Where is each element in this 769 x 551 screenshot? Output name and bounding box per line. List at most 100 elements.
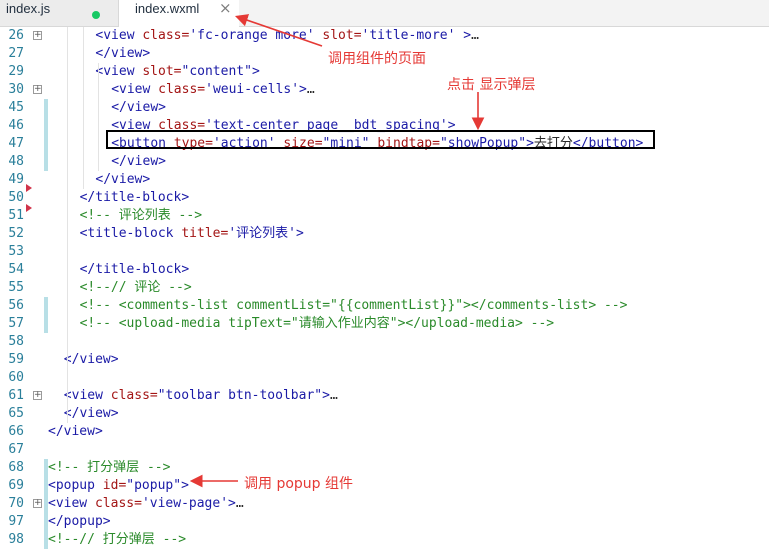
code-line[interactable]: 61 + <view class="toolbar btn-toolbar">… [0, 387, 769, 405]
code-editor[interactable]: 26 + <view class='fc-orange more' slot='ti… [0, 27, 769, 551]
code-line[interactable]: 59 </view> [0, 351, 769, 369]
line-number: 30 [8, 82, 24, 97]
tab-label: index.wxml [135, 1, 200, 16]
gutter-change-bar [44, 297, 48, 333]
gutter-change-bar [44, 459, 48, 549]
indent-guide [82, 27, 84, 189]
code-line[interactable]: 26 + <view class='fc-orange more' slot='ti… [0, 27, 769, 45]
code-text: </popup> [48, 514, 111, 529]
highlight-box [106, 130, 655, 149]
line-number: 26 [8, 28, 24, 43]
code-line[interactable]: 98 <!--// 打分弹层 --> [0, 531, 769, 549]
line-number: 29 [8, 64, 24, 79]
line-number: 97 [8, 514, 24, 529]
line-number: 67 [8, 442, 24, 457]
line-number: 69 [8, 478, 24, 493]
code-text: <!-- 打分弹层 --> [48, 460, 171, 475]
line-number: 55 [8, 280, 24, 295]
annotation-page-caller: 调用组件的页面 [328, 51, 426, 67]
tab-index-js[interactable]: index.js [0, 0, 119, 26]
indent-guide [66, 27, 68, 423]
line-number: 46 [8, 118, 24, 133]
code-text: <view class='view-page'>… [48, 496, 244, 511]
code-line[interactable]: 97 </popup> [0, 513, 769, 531]
line-number: 45 [8, 100, 24, 115]
code-text: <view class='fc-orange more' slot='title… [95, 28, 479, 43]
fold-expand-icon[interactable]: + [33, 391, 42, 400]
code-line[interactable]: 56 <!-- <comments-list commentList="{{com… [0, 297, 769, 315]
line-number: 57 [8, 316, 24, 331]
line-number: 51 [8, 208, 24, 223]
line-number: 48 [8, 154, 24, 169]
line-number: 47 [8, 136, 24, 151]
tab-label: index.js [6, 1, 51, 16]
code-line[interactable]: 58 [0, 333, 769, 351]
code-text: <!-- <upload-media tipText="请输入作业内容"></u… [79, 316, 555, 331]
line-number: 58 [8, 334, 24, 349]
code-line[interactable]: 30 + <view class='weui-cells'>… [0, 81, 769, 99]
gutter-change-bar [44, 99, 48, 171]
line-number: 98 [8, 532, 24, 547]
code-line[interactable]: 69 <popup id="popup"> [0, 477, 769, 495]
line-number: 50 [8, 190, 24, 205]
code-text: </view> [48, 424, 103, 439]
fold-expand-icon[interactable]: + [33, 85, 42, 94]
code-text: </view> [63, 352, 119, 367]
code-line[interactable]: 49 </view> [0, 171, 769, 189]
code-line[interactable]: 51 <!-- 评论列表 --> [0, 207, 769, 225]
code-text: <!-- <comments-list commentList="{{comme… [79, 298, 628, 313]
code-line[interactable]: 66 </view> [0, 423, 769, 441]
code-line[interactable]: 70 + <view class='view-page'>… [0, 495, 769, 513]
line-number: 54 [8, 262, 24, 277]
code-text: <view slot="content"> [95, 64, 260, 79]
code-line[interactable]: 45 </view> [0, 99, 769, 117]
line-number: 60 [8, 370, 24, 385]
annotation-call-popup: 调用 popup 组件 [244, 476, 353, 492]
error-marker-icon [26, 184, 32, 192]
indent-guide [98, 63, 100, 171]
unsaved-dot-icon [92, 11, 100, 19]
close-icon[interactable]: × [219, 0, 232, 23]
code-text: <!--// 打分弹层 --> [48, 532, 187, 547]
code-text: </view> [95, 172, 151, 187]
code-line[interactable]: 67 [0, 441, 769, 459]
annotation-click-show: 点击 显示弹层 [447, 77, 536, 93]
code-text: </view> [63, 406, 119, 421]
line-number: 61 [8, 388, 24, 403]
line-number: 27 [8, 46, 24, 61]
code-text: <!-- 评论列表 --> [79, 208, 203, 223]
line-number: 70 [8, 496, 24, 511]
line-number: 52 [8, 226, 24, 241]
code-text: <title-block title='评论列表'> [79, 226, 304, 241]
code-text: <view class="toolbar btn-toolbar">… [63, 388, 338, 403]
code-text: </title-block> [79, 190, 190, 205]
fold-expand-icon[interactable]: + [33, 31, 42, 40]
code-text: </view> [111, 154, 166, 169]
tab-index-wxml[interactable]: index.wxml × [119, 0, 239, 27]
line-number: 56 [8, 298, 24, 313]
editor-tab-bar: index.js index.wxml × [0, 0, 769, 27]
code-line[interactable]: 57 <!-- <upload-media tipText="请输入作业内容"><… [0, 315, 769, 333]
code-line[interactable]: 52 <title-block title='评论列表'> [0, 225, 769, 243]
code-line[interactable]: 50 </title-block> [0, 189, 769, 207]
code-line[interactable]: 48 </view> [0, 153, 769, 171]
code-text: <!--// 评论 --> [79, 280, 192, 295]
code-text: <view class='weui-cells'>… [111, 82, 315, 97]
code-text: </view> [95, 46, 151, 61]
code-line[interactable]: 65 </view> [0, 405, 769, 423]
code-line[interactable]: 53 [0, 243, 769, 261]
code-text: </title-block> [79, 262, 190, 277]
line-number: 59 [8, 352, 24, 367]
code-line[interactable]: 60 [0, 369, 769, 387]
line-number: 66 [8, 424, 24, 439]
line-number: 49 [8, 172, 24, 187]
code-line[interactable]: 54 </title-block> [0, 261, 769, 279]
fold-expand-icon[interactable]: + [33, 499, 42, 508]
code-line[interactable]: 55 <!--// 评论 --> [0, 279, 769, 297]
line-number: 53 [8, 244, 24, 259]
code-line[interactable]: 68 <!-- 打分弹层 --> [0, 459, 769, 477]
code-text: </view> [111, 100, 166, 115]
line-number: 65 [8, 406, 24, 421]
line-number: 68 [8, 460, 24, 475]
error-marker-icon [26, 204, 32, 212]
